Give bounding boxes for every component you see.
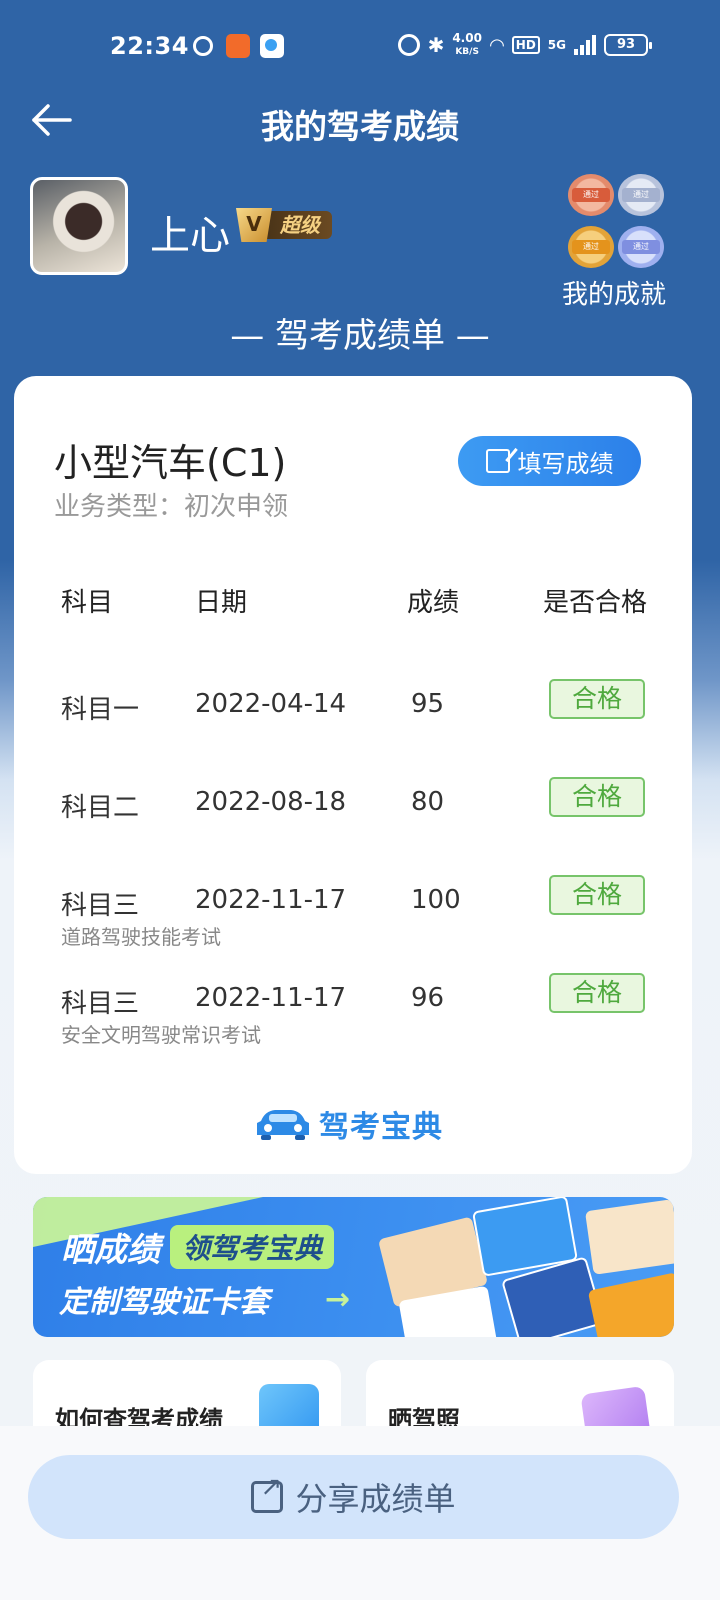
banner-main-text: 晒成绩 [61, 1230, 160, 1269]
status-indicators: ✱ 4.00 KB/S ◠ HD 5G 93 [397, 32, 652, 58]
row-score: 100 [411, 885, 461, 915]
net-speed-value: 4.00 [452, 31, 482, 45]
vip-label: 超级 [266, 211, 332, 239]
table-row: 科目一 2022-04-14 95 合格 [14, 679, 692, 759]
promo-banner[interactable]: 晒成绩 领驾考宝典 定制驾驶证卡套 → [33, 1197, 674, 1337]
pass-badge: 合格 [549, 875, 645, 915]
share-label: 分享成绩单 [295, 1480, 456, 1518]
brand-logo: 驾考宝典 [255, 1102, 443, 1146]
vip-badge[interactable]: V 超级 [236, 208, 332, 242]
medal-text: 通过 [572, 240, 610, 254]
battery-icon: 93 [604, 34, 652, 56]
app-notification-icon [193, 36, 213, 56]
vip-icon: V [236, 208, 272, 242]
fill-score-button[interactable]: 填写成绩 [458, 436, 641, 486]
row-score: 80 [411, 787, 445, 817]
medal-icon: 通过 [568, 174, 614, 216]
row-date: 2022-11-17 [195, 885, 347, 915]
banner-pill: 领驾考宝典 [170, 1225, 335, 1269]
row-date: 2022-08-18 [195, 787, 347, 817]
row-subject: 科目三 [61, 989, 140, 1019]
banner-subline: 定制驾驶证卡套 [59, 1285, 269, 1320]
row-score: 95 [411, 689, 445, 719]
network-speed: 4.00 KB/S [452, 32, 482, 58]
table-row: 科目三 2022-11-17 96 合格 安全文明驾驶常识考试 [14, 973, 692, 1053]
net-speed-unit: KB/S [455, 47, 479, 57]
column-header-date: 日期 [195, 588, 248, 618]
arrow-right-icon: → [325, 1282, 351, 1317]
medal-text: 通过 [572, 188, 610, 202]
fill-score-label: 填写成绩 [517, 449, 614, 478]
bluetooth-icon: ✱ [427, 33, 445, 57]
row-score: 96 [411, 983, 445, 1013]
column-header-subject: 科目 [61, 588, 114, 618]
share-icon [251, 1472, 284, 1513]
car-logo-icon [257, 1110, 309, 1140]
network-label: 5G [547, 38, 566, 52]
medal-icon: 通过 [568, 226, 614, 268]
table-row: 科目二 2022-08-18 80 合格 [14, 777, 692, 857]
row-date: 2022-04-14 [195, 689, 347, 719]
row-date: 2022-11-17 [195, 983, 347, 1013]
row-subject: 科目一 [61, 695, 140, 725]
medal-text: 通过 [622, 188, 660, 202]
pass-badge: 合格 [549, 679, 645, 719]
hd-icon: HD [511, 36, 540, 54]
edit-icon [485, 449, 510, 473]
status-time: 22:34 [110, 32, 189, 60]
banner-headline: 晒成绩 领驾考宝典 [61, 1223, 335, 1271]
app-notification-icon [260, 34, 284, 58]
section-title: — 驾考成绩单 — [230, 316, 490, 356]
row-subject: 科目三 [61, 891, 140, 921]
license-type: 小型汽车(C1) [54, 441, 287, 485]
card-cover-image [584, 1199, 674, 1275]
business-type: 业务类型：初次申领 [54, 492, 289, 522]
card-cover-image [587, 1272, 674, 1337]
table-row: 科目三 2022-11-17 100 合格 道路驾驶技能考试 [14, 875, 692, 955]
row-subject: 科目二 [61, 793, 140, 823]
medal-icon: 通过 [618, 174, 664, 216]
username: 上心 [150, 213, 230, 259]
alarm-icon [397, 34, 420, 56]
brand-name: 驾考宝典 [319, 1110, 443, 1145]
wifi-icon: ◠ [489, 34, 504, 56]
medal-text: 通过 [622, 240, 660, 254]
achievements-link[interactable]: 我的成就 [562, 274, 666, 311]
avatar[interactable] [30, 177, 128, 275]
status-bar: 22:34 ✱ 4.00 KB/S ◠ HD 5G 93 [0, 0, 720, 92]
row-note: 安全文明驾驶常识考试 [61, 1023, 261, 1047]
app-notification-icon [226, 34, 250, 58]
page-title: 我的驾考成绩 [261, 107, 459, 146]
column-header-score: 成绩 [407, 588, 460, 618]
pass-badge: 合格 [549, 973, 645, 1013]
pass-badge: 合格 [549, 777, 645, 817]
column-header-result: 是否合格 [543, 588, 648, 618]
share-scores-button[interactable]: 分享成绩单 [28, 1455, 679, 1539]
score-card: 小型汽车(C1) 业务类型：初次申领 填写成绩 科目 日期 成绩 是否合格 科目… [14, 376, 692, 1174]
signal-icon [574, 35, 596, 55]
medal-icon: 通过 [618, 226, 664, 268]
row-note: 道路驾驶技能考试 [61, 925, 221, 949]
